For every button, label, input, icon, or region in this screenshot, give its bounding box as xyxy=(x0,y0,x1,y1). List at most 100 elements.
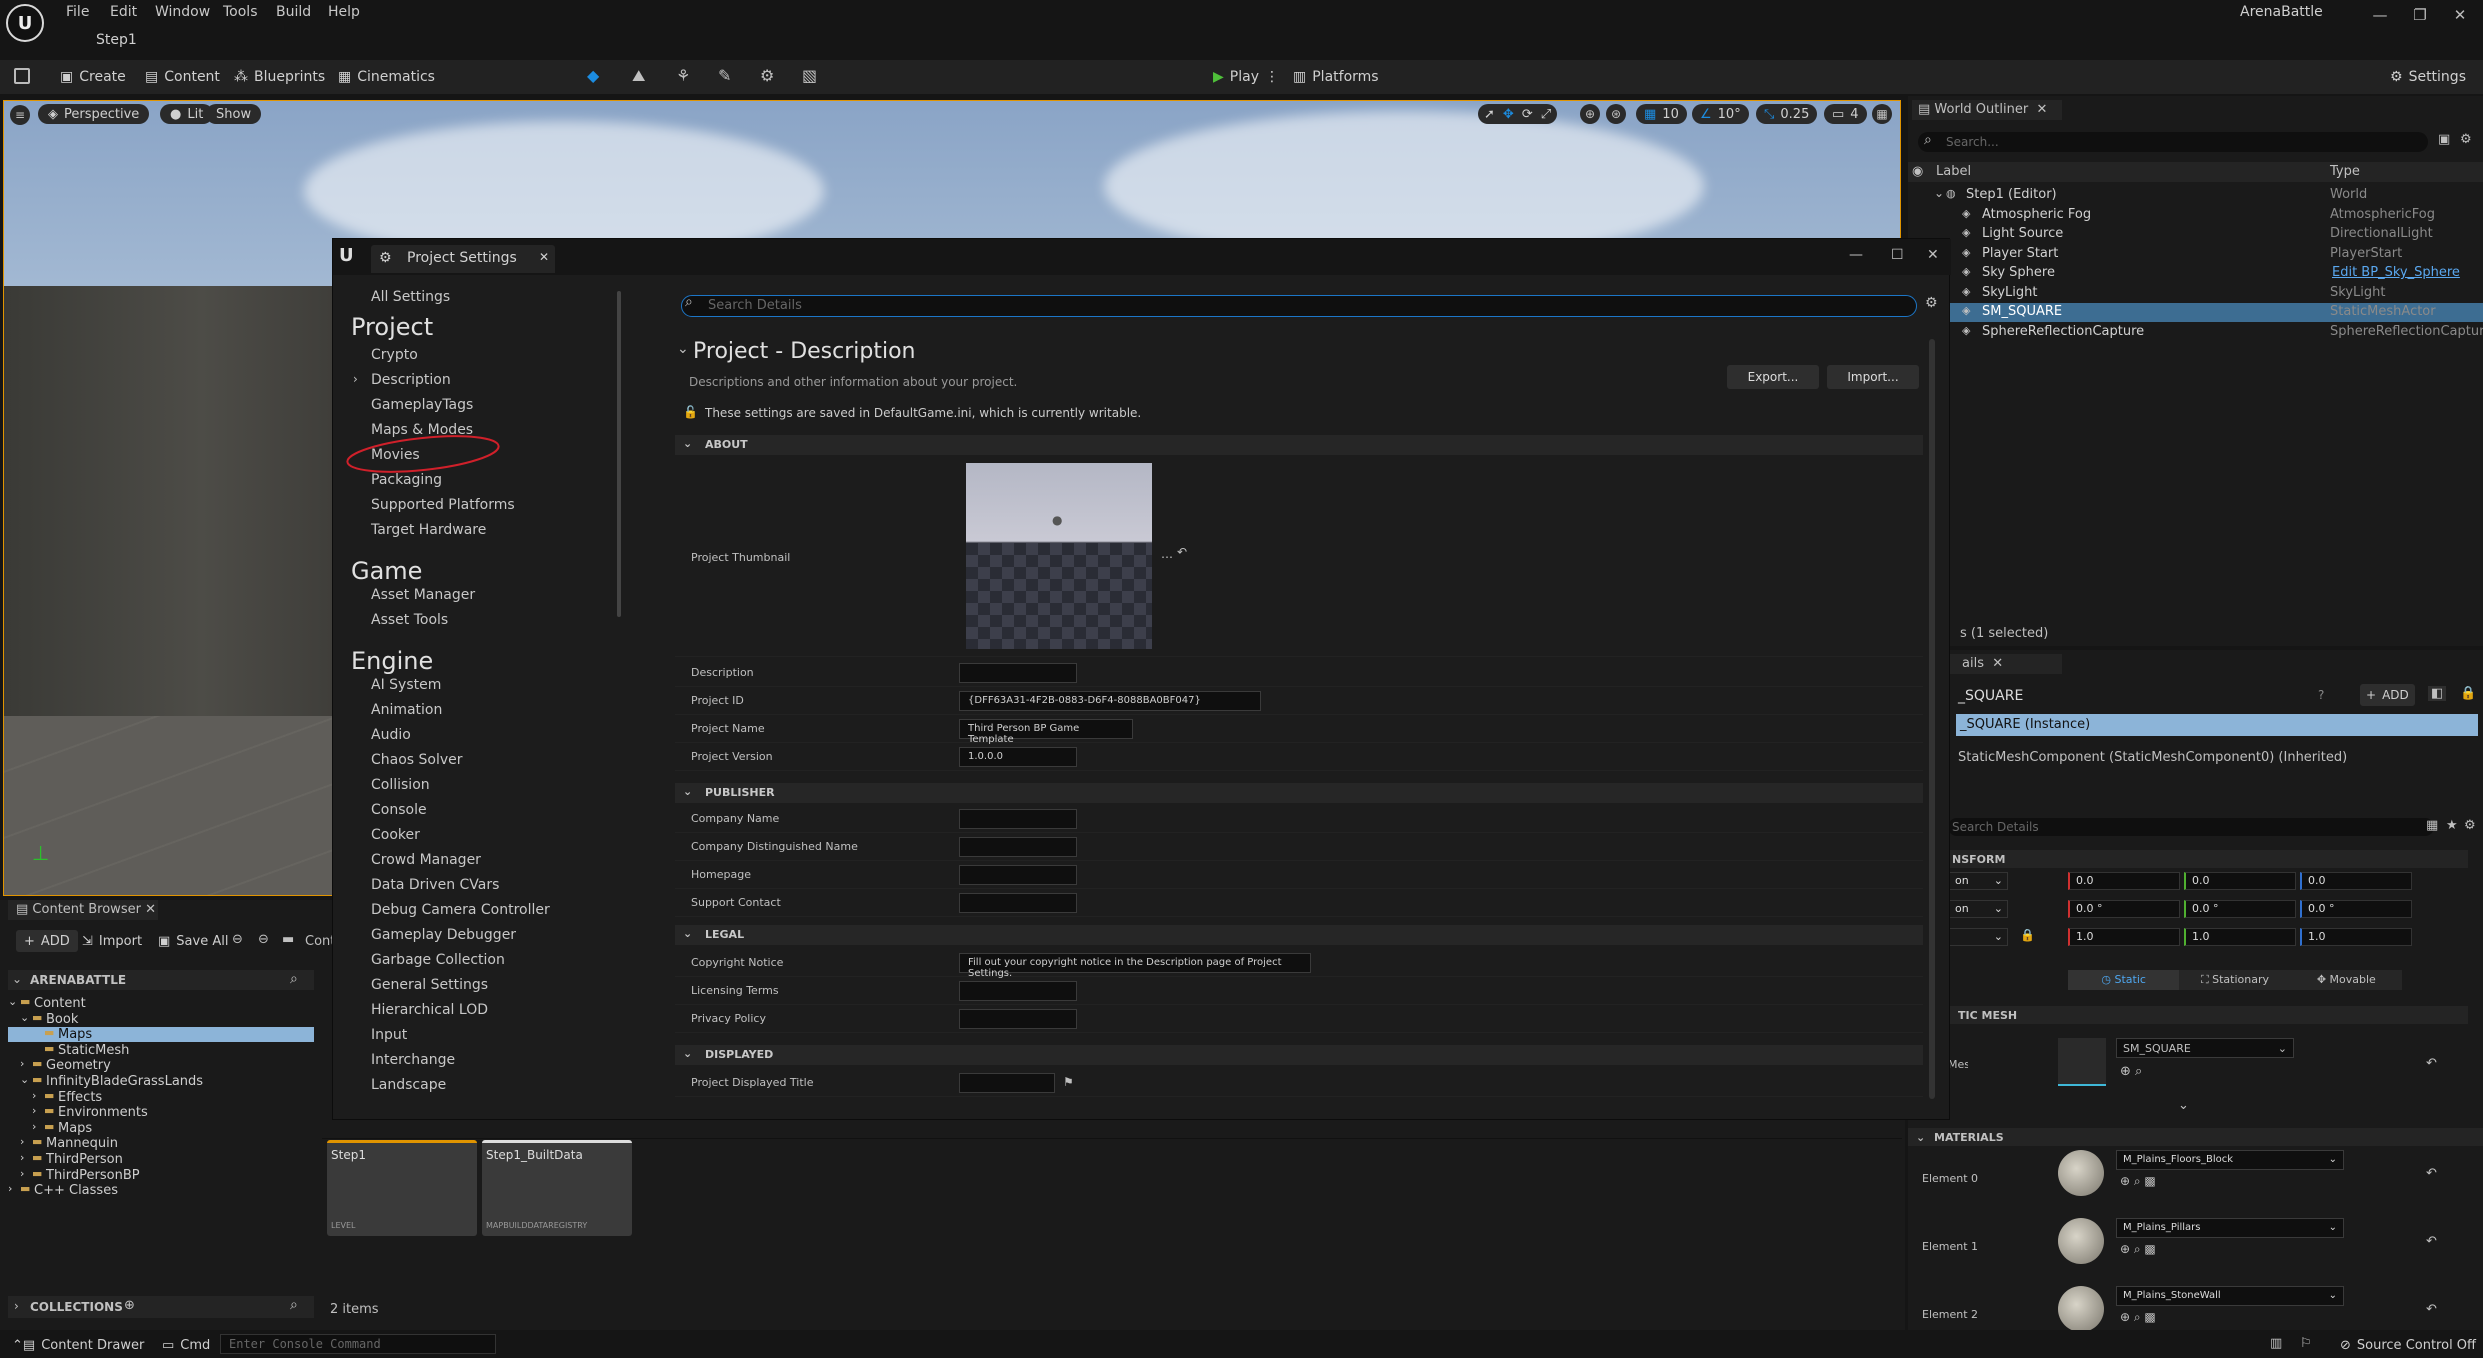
chevron-icon[interactable]: › xyxy=(20,1135,24,1148)
create-button[interactable]: ▣ Create xyxy=(60,66,126,88)
component-row[interactable]: StaticMeshComponent (StaticMeshComponent… xyxy=(1958,750,2347,765)
project-id-field[interactable]: {DFF63A31-4F2B-0883-D6F4-8088BA0BF047} xyxy=(959,691,1261,711)
static-mesh-section[interactable]: TIC MESH xyxy=(1948,1006,2468,1024)
nav-item-gameplay-debugger[interactable]: Gameplay Debugger xyxy=(371,927,516,943)
chevron-right-icon[interactable]: › xyxy=(353,372,358,386)
menu-help[interactable]: Help xyxy=(328,4,360,20)
chevron-icon[interactable]: ⌄ xyxy=(20,1073,29,1086)
level-tab[interactable]: Step1 xyxy=(70,28,190,56)
settings-button[interactable]: ⚙ Settings xyxy=(2390,66,2466,88)
outliner-row-type[interactable]: Edit BP_Sky_Sphere xyxy=(2332,265,2460,280)
project-thumbnail[interactable]: ● xyxy=(966,463,1152,649)
outliner-row[interactable]: ◈ SM_SQUARE StaticMeshActor xyxy=(1908,303,2483,322)
displayed-section[interactable]: ⌄ DISPLAYED xyxy=(675,1045,1923,1065)
cinematics-button[interactable]: ▦ Cinematics xyxy=(338,66,435,88)
use-selected-icon[interactable]: ⊕ ⌕ xyxy=(2120,1064,2142,1079)
material-tools-icon[interactable]: ⊕ ⌕ ▩ xyxy=(2120,1242,2156,1257)
perspective-button[interactable]: ◈ Perspective xyxy=(38,104,150,124)
more-options-icon[interactable]: … xyxy=(1161,547,1173,561)
source-control-button[interactable]: ⊘ Source Control Off xyxy=(2340,1334,2476,1356)
details-scrollbar[interactable] xyxy=(1929,339,1935,1099)
copyright-field[interactable]: Fill out your copyright notice in the De… xyxy=(959,953,1311,979)
folder-item[interactable]: › ▬ Mannequin xyxy=(8,1135,314,1151)
rot-x-field[interactable]: 0.0 ° xyxy=(2068,900,2180,918)
outliner-row[interactable]: ◈ Atmospheric Fog AtmosphericFog xyxy=(1908,206,2483,225)
actor-name[interactable]: _SQUARE xyxy=(1958,688,2023,704)
blueprint-icon[interactable]: ◧ xyxy=(2428,686,2447,701)
licensing-field[interactable] xyxy=(959,981,1077,1001)
chevron-icon[interactable]: › xyxy=(32,1120,36,1133)
flag-icon[interactable]: ⚑ xyxy=(1063,1075,1074,1089)
add-component-button[interactable]: + ADD xyxy=(2360,684,2415,706)
unreal-logo-icon[interactable]: U xyxy=(6,4,44,42)
history-back-icon[interactable]: ⊖ xyxy=(232,932,243,947)
description-field[interactable] xyxy=(959,663,1077,683)
publisher-field[interactable] xyxy=(959,893,1077,913)
save-all-button[interactable]: ▣ Save All xyxy=(158,930,228,952)
outliner-tab[interactable]: ▤ World Outliner ✕ xyxy=(1912,100,2062,120)
search-icon[interactable]: ⌕ xyxy=(290,1297,298,1313)
project-version-field[interactable]: 1.0.0.0 xyxy=(959,747,1077,767)
publisher-field[interactable] xyxy=(959,809,1077,829)
brush-mode-icon[interactable]: ▧ xyxy=(802,66,817,85)
nav-item-collision[interactable]: Collision xyxy=(371,777,430,793)
hamburger-menu-icon[interactable]: ≡ xyxy=(10,105,30,125)
mesh-dropdown[interactable]: SM_SQUARE ⌄ xyxy=(2116,1038,2294,1058)
lock-icon[interactable]: 🔒 xyxy=(2020,928,2035,942)
select-mode-icon[interactable]: ◆ xyxy=(587,66,599,85)
close-tab-icon[interactable]: ✕ xyxy=(539,250,549,264)
material-dropdown[interactable]: M_Plains_Pillars ⌄ xyxy=(2116,1218,2344,1238)
chevron-icon[interactable]: › xyxy=(20,1167,24,1180)
scale-dropdown[interactable]: ⌄ xyxy=(1948,928,2008,946)
close-tab-icon[interactable]: ✕ xyxy=(145,902,156,917)
chevron-down-icon[interactable]: ⌄ xyxy=(2178,1098,2189,1113)
material-tools-icon[interactable]: ⊕ ⌕ ▩ xyxy=(2120,1174,2156,1189)
camera-speed[interactable]: ▭ 4 xyxy=(1824,104,1867,124)
lock-icon[interactable]: 🔒 xyxy=(2460,686,2476,701)
layout-icon[interactable]: ▦ xyxy=(1872,104,1892,124)
mesh-paint-icon[interactable]: ✎ xyxy=(718,66,731,85)
nav-item-supported-platforms[interactable]: Supported Platforms xyxy=(371,497,515,513)
star-icon[interactable]: ★ xyxy=(2446,818,2458,833)
outliner-row[interactable]: ⌄ ◍ Step1 (Editor) World xyxy=(1908,186,2483,205)
chevron-right-icon[interactable]: › xyxy=(14,1299,19,1313)
scale-x-field[interactable]: 1.0 xyxy=(2068,928,2180,946)
about-section[interactable]: ⌄ ABOUT xyxy=(675,435,1923,455)
chevron-down-icon[interactable]: ⌄ xyxy=(677,341,689,357)
folder-item[interactable]: ▬ Maps xyxy=(8,1026,314,1043)
minimize-icon[interactable]: — xyxy=(2365,2,2395,28)
nav-item-animation[interactable]: Animation xyxy=(371,702,442,718)
asset-tile[interactable]: Step1 LEVEL xyxy=(327,1140,477,1236)
reset-icon[interactable]: ↶ xyxy=(2426,1234,2437,1249)
maximize-icon[interactable]: ☐ xyxy=(1891,247,1904,263)
transform-section[interactable]: NSFORM xyxy=(1948,850,2468,868)
folder-item[interactable]: › ▬ C++ Classes xyxy=(8,1182,314,1198)
folder-item[interactable]: ⌄ ▬ InfinityBladeGrassLands xyxy=(8,1073,314,1089)
console-input[interactable]: Enter Console Command xyxy=(220,1334,496,1354)
legal-section[interactable]: ⌄ LEGAL xyxy=(675,925,1923,945)
nav-item-audio[interactable]: Audio xyxy=(371,727,411,743)
search-icon[interactable]: ⌕ xyxy=(290,971,298,987)
chevron-icon[interactable]: › xyxy=(8,1182,12,1195)
select-tool-icon[interactable]: ➚ xyxy=(1484,107,1495,122)
close-icon[interactable]: ✕ xyxy=(1927,247,1939,263)
grid-snap[interactable]: ▦ 10 xyxy=(1636,104,1687,124)
minimize-icon[interactable]: — xyxy=(1849,247,1863,263)
chevron-icon[interactable]: ⌄ xyxy=(8,995,17,1008)
nav-item-asset-manager[interactable]: Asset Manager xyxy=(371,587,475,603)
content-button[interactable]: ▤ Content xyxy=(145,66,220,88)
folder-item[interactable]: › ▬ Maps xyxy=(8,1120,314,1136)
nav-item-landscape[interactable]: Landscape xyxy=(371,1077,446,1093)
instance-row[interactable]: _SQUARE (Instance) xyxy=(1956,714,2478,736)
chevron-icon[interactable]: › xyxy=(32,1089,36,1102)
reset-icon[interactable]: ↶ xyxy=(2426,1166,2437,1181)
blueprints-button[interactable]: ⁂ Blueprints xyxy=(234,66,325,88)
privacy-field[interactable] xyxy=(959,1009,1077,1029)
chevron-icon[interactable]: › xyxy=(20,1057,24,1070)
content-browser-tab[interactable]: ▤ Content Browser ✕ xyxy=(8,900,158,920)
gear-icon[interactable]: ⚙ xyxy=(2460,132,2472,147)
help-icon[interactable]: ? xyxy=(2318,688,2324,702)
material-thumbnail[interactable] xyxy=(2058,1150,2104,1196)
platforms-button[interactable]: ▥ Platforms xyxy=(1293,66,1379,88)
table-view-icon[interactable]: ▦ xyxy=(2426,818,2438,833)
